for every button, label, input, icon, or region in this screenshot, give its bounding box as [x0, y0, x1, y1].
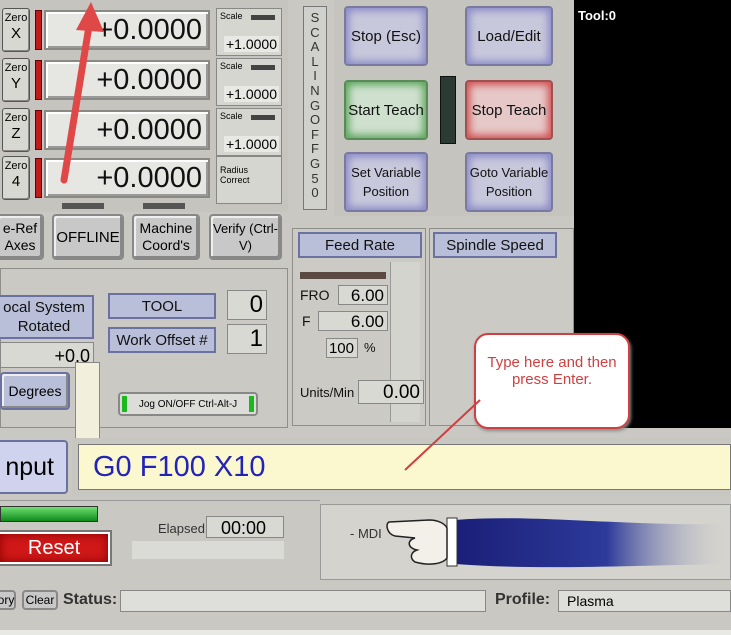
- elapsed-value: 00:00: [206, 516, 284, 538]
- clear-button[interactable]: Clear: [22, 590, 58, 610]
- history-button[interactable]: ory: [0, 590, 16, 610]
- profile-value: Plasma: [558, 590, 731, 612]
- pointing-hand-icon: [386, 517, 731, 568]
- status-value: [120, 590, 486, 612]
- elapsed-label: Elapsed: [158, 521, 205, 536]
- mdi-mode-label: - MDI: [350, 526, 382, 541]
- reset-button[interactable]: Reset: [0, 530, 112, 566]
- status-label: Status:: [63, 591, 118, 608]
- elapsed-bar: [132, 541, 284, 559]
- progress-bar: [0, 506, 98, 522]
- bottom-tabs: [0, 630, 731, 635]
- profile-label: Profile:: [495, 591, 551, 608]
